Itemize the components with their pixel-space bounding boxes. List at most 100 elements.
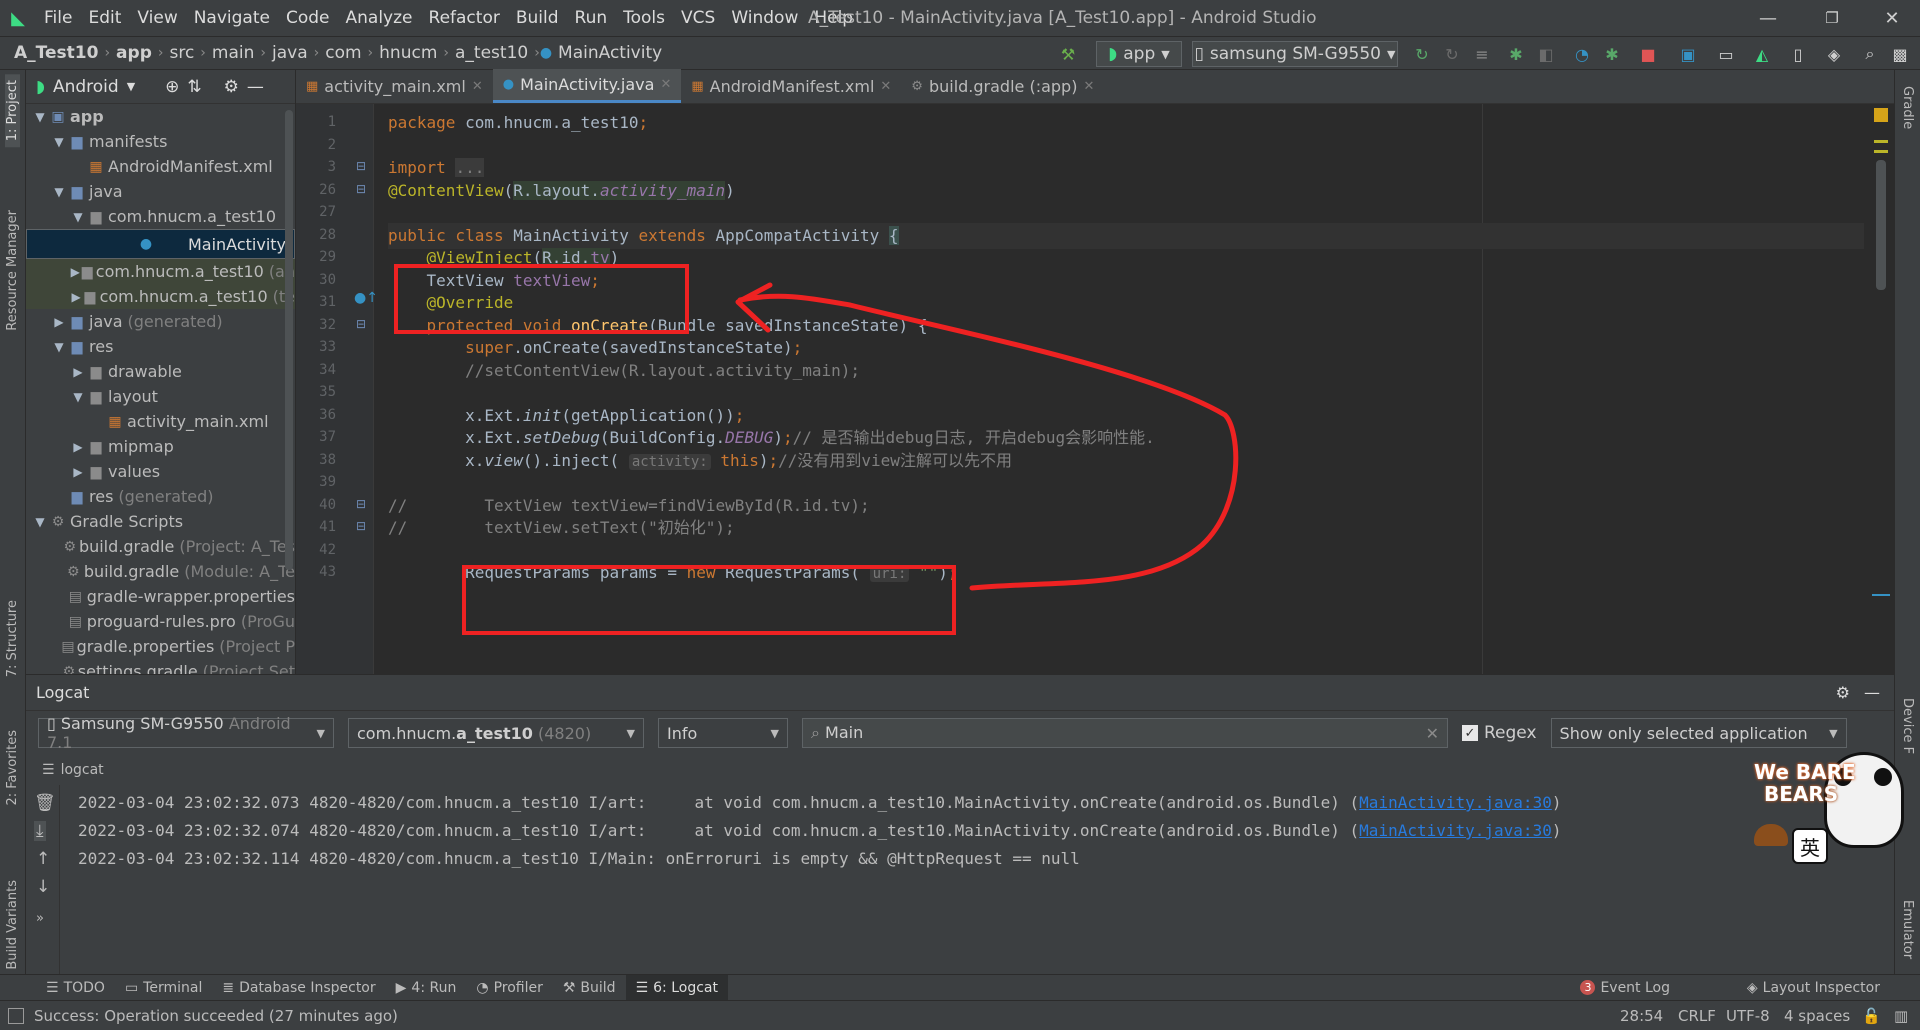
scroll-to-end-icon[interactable]: ⤓ [34, 821, 46, 841]
editor-tab[interactable]: ▦ AndroidManifest.xml ✕ [681, 69, 901, 103]
gradle-tool-tab[interactable]: Gradle [1900, 86, 1915, 129]
chevron-down-icon[interactable]: ▼ [32, 110, 48, 124]
breadcrumb-item[interactable]: A_Test10 [8, 43, 104, 63]
source-link[interactable]: MainActivity.java:30 [1359, 793, 1552, 812]
tree-item[interactable]: ▶ ▆ com.hnucm.a_test10 (an [26, 259, 295, 284]
chevron-down-icon[interactable]: ▼ [127, 80, 135, 93]
hammer-icon[interactable]: ⚒ [1056, 41, 1080, 67]
menu-item-file[interactable]: File [36, 8, 80, 28]
tree-item[interactable]: ▼ ⚙ Gradle Scripts [26, 509, 295, 534]
rerun-icon[interactable]: ↻ [1410, 41, 1434, 67]
menu-item-navigate[interactable]: Navigate [186, 8, 278, 28]
tree-item[interactable]: ▤ gradle.properties (Project P [26, 634, 295, 659]
tree-item[interactable]: ▼ ▆ layout [26, 384, 295, 409]
logcat-filter-select[interactable]: Show only selected application ▼ [1550, 718, 1847, 748]
logcat-level-select[interactable]: Info ▼ [658, 718, 788, 748]
chevron-right-icon[interactable]: ▶ [70, 465, 86, 479]
account-icon[interactable]: ▩ [1888, 41, 1912, 67]
sdk-manager-icon[interactable]: ◭ [1750, 41, 1774, 67]
arrow-up-icon[interactable]: ↑ [36, 849, 50, 869]
layout-inspector-button[interactable]: ◈ Layout Inspector [1747, 980, 1880, 996]
breadcrumb-item[interactable]: src [163, 43, 200, 63]
warning-marker-icon[interactable] [1874, 108, 1888, 122]
more-icon[interactable]: » [36, 911, 44, 926]
tree-item[interactable]: ▶ ▆ java (generated) [26, 309, 295, 334]
error-stripe-marker[interactable] [1874, 140, 1888, 143]
tree-item[interactable]: ▆ res (generated) [26, 484, 295, 509]
chevron-right-icon[interactable]: ▶ [51, 315, 67, 329]
file-encoding[interactable]: UTF-8 [1726, 1007, 1770, 1025]
project-view-select[interactable]: Android [53, 77, 119, 97]
close-tab-icon[interactable]: ✕ [660, 77, 671, 92]
bottom-tab--logcat[interactable]: ☰ 6: Logcat [625, 974, 728, 1001]
layout-inspector-icon[interactable]: ◈ [1822, 41, 1846, 67]
close-tab-icon[interactable]: ✕ [472, 79, 483, 94]
apply-changes-icon[interactable]: ↻ [1440, 41, 1464, 67]
menu-item-refactor[interactable]: Refactor [421, 8, 508, 28]
build-variants-tool-tab[interactable]: Build Variants [5, 880, 20, 970]
gear-icon[interactable]: ⚙ [224, 77, 239, 97]
trash-icon[interactable]: 🗑 [34, 793, 56, 813]
breadcrumb-item[interactable]: MainActivity [552, 43, 668, 63]
resource-manager-tool-tab[interactable]: Resource Manager [5, 210, 20, 331]
fold-icon[interactable]: ⊟ [356, 159, 366, 173]
chevron-right-icon[interactable]: ▶ [70, 290, 82, 304]
fold-icon[interactable]: ⊟ [356, 519, 366, 533]
chevron-down-icon[interactable]: ▼ [32, 515, 48, 529]
chevron-right-icon[interactable]: ▶ [70, 440, 86, 454]
tree-item[interactable]: ▼ ▣ app [26, 104, 295, 129]
structure-tool-tab[interactable]: 7: Structure [5, 600, 20, 677]
tree-item[interactable]: ▤ gradle-wrapper.properties [26, 584, 295, 609]
logcat-device-select[interactable]: ▯ Samsung SM-G9550 Android 7.1 ▼ [38, 714, 334, 752]
status-message[interactable]: Success: Operation succeeded (27 minutes… [34, 1007, 398, 1025]
locate-icon[interactable]: ⊕ [165, 77, 179, 97]
tree-item[interactable]: ▶ ▆ drawable [26, 359, 295, 384]
breadcrumb-item[interactable]: hnucm [373, 43, 443, 63]
menu-item-run[interactable]: Run [567, 8, 616, 28]
regex-checkbox[interactable]: ✓ Regex [1462, 723, 1537, 743]
chevron-down-icon[interactable]: ▼ [51, 135, 67, 149]
event-log-button[interactable]: 3 Event Log [1580, 980, 1670, 996]
editor-tab[interactable]: ▦ activity_main.xml ✕ [296, 69, 493, 103]
collapse-all-icon[interactable]: ⇅ [187, 77, 201, 97]
maximize-button[interactable]: ❐ [1804, 0, 1860, 36]
logcat-output[interactable]: 🗑 ⤓ ↑ ↓ » 2022-03-04 23:02:32.073 4820-4… [26, 785, 1894, 974]
search-icon[interactable]: ⌕ [1858, 41, 1882, 67]
chevron-down-icon[interactable]: ▼ [70, 390, 86, 404]
menu-item-tools[interactable]: Tools [615, 8, 673, 28]
bottom-tab-todo[interactable]: ☰ TODO [36, 975, 115, 1001]
menu-item-vcs[interactable]: VCS [673, 8, 723, 28]
breadcrumb-item[interactable]: main [206, 43, 260, 63]
device-select[interactable]: ▯ samsung SM-G9550 ▼ [1192, 41, 1398, 67]
tree-item[interactable]: ⚙ settings.gradle (Project Set [26, 659, 295, 674]
fold-icon[interactable]: ⊟ [356, 317, 366, 331]
menu-item-build[interactable]: Build [508, 8, 567, 28]
breadcrumb-item[interactable]: java [266, 43, 314, 63]
attach-debugger-icon[interactable]: ✱ [1600, 41, 1624, 67]
line-separator[interactable]: CRLF [1678, 1007, 1716, 1025]
minimize-button[interactable]: — [1740, 0, 1796, 36]
tree-item[interactable]: ⚙ build.gradle (Project: A_Tes [26, 534, 295, 559]
bottom-tab-profiler[interactable]: ◔ Profiler [466, 975, 553, 1001]
tree-item[interactable]: ▼ ▆ manifests [26, 129, 295, 154]
error-stripe-marker[interactable] [1874, 150, 1888, 153]
editor-tab[interactable]: ⚙ build.gradle (:app) ✕ [901, 69, 1104, 103]
menu-item-code[interactable]: Code [278, 8, 338, 28]
hide-panel-icon[interactable]: — [247, 77, 264, 97]
menu-item-window[interactable]: Window [723, 8, 806, 28]
favorites-tool-tab[interactable]: 2: Favorites [5, 730, 20, 806]
breadcrumb-item[interactable]: com [319, 43, 367, 63]
emulator-tool-tab[interactable]: Emulator [1900, 900, 1915, 959]
tree-item[interactable]: ▶ ▆ com.hnucm.a_test10 (te [26, 284, 295, 309]
close-button[interactable]: ✕ [1864, 0, 1920, 36]
close-tab-icon[interactable]: ✕ [880, 79, 891, 94]
source-link[interactable]: MainActivity.java:30 [1359, 821, 1552, 840]
tree-item[interactable]: ▦ AndroidManifest.xml [26, 154, 295, 179]
fold-icon[interactable]: ⊟ [356, 497, 366, 511]
tree-item[interactable]: ⚙ build.gradle (Module: A_Te [26, 559, 295, 584]
chevron-down-icon[interactable]: ▼ [70, 210, 86, 224]
breadcrumb-item[interactable]: a_test10 [449, 43, 534, 63]
panel-toggle-icon[interactable] [8, 1007, 24, 1024]
lock-icon[interactable]: 🔓 [1862, 1007, 1881, 1025]
hide-panel-icon[interactable]: — [1864, 683, 1880, 702]
